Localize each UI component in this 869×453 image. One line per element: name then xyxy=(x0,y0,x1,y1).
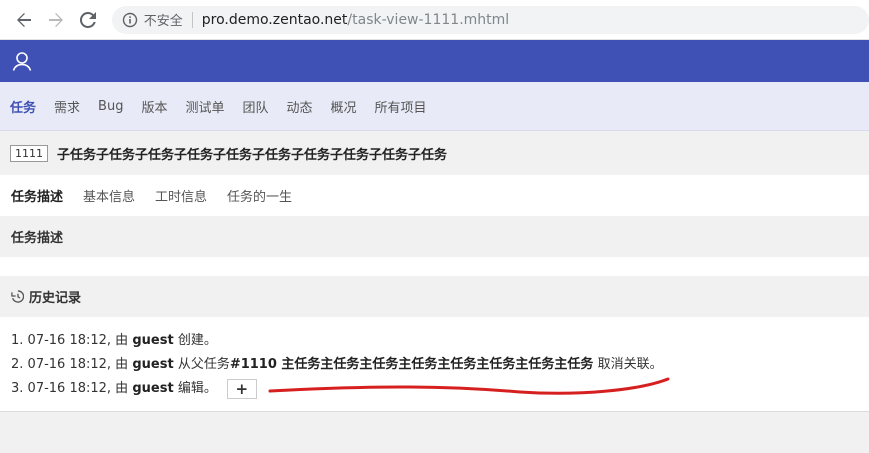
nav-item-story[interactable]: 需求 xyxy=(54,97,80,116)
history-icon xyxy=(11,290,24,303)
detail-tabs: 任务描述 基本信息 工时信息 任务的一生 xyxy=(0,175,869,216)
task-title: 子任务子任务子任务子任务子任务子任务子任务子任务子任务子任务 xyxy=(57,147,448,163)
forward-icon[interactable] xyxy=(44,8,68,32)
tab-task-life[interactable]: 任务的一生 xyxy=(227,186,292,205)
nav-item-all-projects[interactable]: 所有项目 xyxy=(375,97,427,116)
nav-item-team[interactable]: 团队 xyxy=(242,97,268,116)
nav-item-build[interactable]: 版本 xyxy=(141,97,167,116)
history-item: 2. 07-16 18:12, 由 guest 从父任务 #1110 主任务主任务… xyxy=(11,353,858,377)
nav-item-task[interactable]: 任务 xyxy=(10,97,36,116)
history-time: 07-16 18:12, 由 xyxy=(27,333,129,348)
history-num: 3. xyxy=(11,381,24,396)
nav-item-bug[interactable]: Bug xyxy=(98,99,123,114)
description-body xyxy=(0,257,869,276)
browser-toolbar: 不安全 pro.demo.zentao.net/task-view-1111.m… xyxy=(0,0,869,40)
url-host: pro.demo.zentao.net xyxy=(201,11,348,28)
history-num: 1. xyxy=(11,333,24,348)
history-user: guest xyxy=(132,357,174,372)
nav-item-dynamic[interactable]: 动态 xyxy=(287,97,313,116)
nav-item-overview[interactable]: 概况 xyxy=(331,97,357,116)
history-item: 1. 07-16 18:12, 由 guest 创建。 xyxy=(11,329,858,353)
reload-icon[interactable] xyxy=(76,8,100,32)
info-icon[interactable] xyxy=(122,12,138,28)
history-user: guest xyxy=(132,381,174,396)
description-heading-label: 任务描述 xyxy=(11,231,64,246)
description-heading: 任务描述 xyxy=(0,216,869,257)
url-path: /task-view-1111.mhtml xyxy=(347,11,510,28)
history-num: 2. xyxy=(11,357,24,372)
address-divider xyxy=(191,11,193,28)
tab-basic-info[interactable]: 基本信息 xyxy=(83,186,135,205)
back-icon[interactable] xyxy=(12,8,36,32)
history-time: 07-16 18:12, 由 xyxy=(27,381,129,396)
tab-effort-info[interactable]: 工时信息 xyxy=(155,186,207,205)
task-id-badge: 1111 xyxy=(10,144,48,162)
expand-changes-button[interactable]: + xyxy=(226,379,257,399)
history-heading: 历史记录 xyxy=(0,276,869,317)
security-label: 不安全 xyxy=(143,14,183,29)
history-action: 编辑。 xyxy=(177,381,217,396)
parent-task-link[interactable]: #1110 主任务主任务主任务主任务主任务主任务主任务主任务 xyxy=(230,353,594,377)
project-nav: 任务 需求 Bug 版本 测试单 团队 动态 概况 所有项目 xyxy=(0,82,869,131)
history-list: 1. 07-16 18:12, 由 guest 创建。 2. 07-16 18:… xyxy=(0,317,869,412)
history-item: 3. 07-16 18:12, 由 guest 编辑。 + xyxy=(11,377,858,401)
history-user: guest xyxy=(132,333,174,348)
history-action: 创建。 xyxy=(177,333,217,348)
address-bar[interactable]: 不安全 pro.demo.zentao.net/task-view-1111.m… xyxy=(111,5,869,34)
app-header xyxy=(0,40,869,82)
task-title-bar: 1111 子任务子任务子任务子任务子任务子任务子任务子任务子任务子任务 xyxy=(0,131,869,175)
history-heading-label: 历史记录 xyxy=(29,291,82,306)
history-action-pre: 从父任务 xyxy=(177,357,230,372)
nav-item-testtask[interactable]: 测试单 xyxy=(185,97,224,116)
tab-description[interactable]: 任务描述 xyxy=(11,186,63,205)
history-time: 07-16 18:12, 由 xyxy=(27,357,129,372)
user-icon[interactable] xyxy=(11,50,33,72)
history-action: 取消关联。 xyxy=(597,357,663,372)
